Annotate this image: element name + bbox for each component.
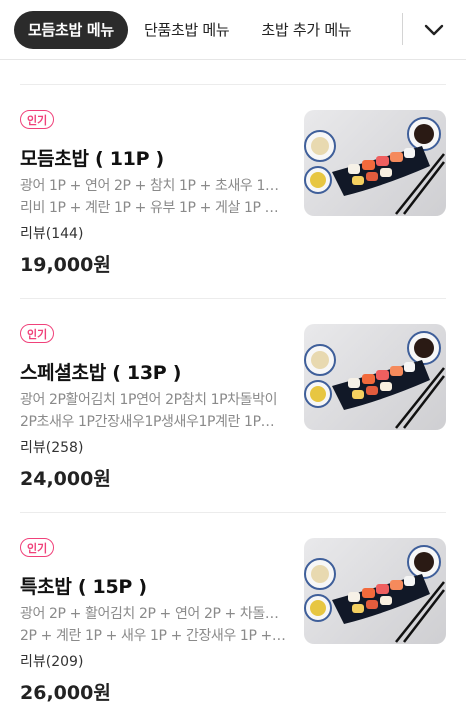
- review-count: 리뷰(258): [20, 440, 84, 456]
- chevron-down-icon: [424, 24, 444, 36]
- menu-item[interactable]: 인기 모듬초밥 ( 11P ) 광어 1P + 연어 2P + 참치 1P + …: [20, 110, 446, 298]
- divider: [20, 512, 446, 513]
- menu-item-description: 광어 2P + 활어김치 2P + 연어 2P + 차돌박이 2P + 계란 1…: [20, 606, 286, 644]
- divider: [20, 84, 446, 85]
- menu-item[interactable]: 인기 특초밥 ( 15P ) 광어 2P + 활어김치 2P + 연어 2P +…: [20, 538, 446, 726]
- menu-item-photo: [304, 538, 446, 644]
- divider: [20, 298, 446, 299]
- popular-badge: 인기: [20, 538, 55, 557]
- review-count: 리뷰(209): [20, 654, 84, 670]
- menu-item-price: 24,000원: [20, 468, 111, 490]
- menu-item-name: 모듬초밥 ( 11P ): [20, 148, 164, 170]
- review-count: 리뷰(144): [20, 226, 84, 242]
- menu-item-price: 19,000원: [20, 254, 111, 276]
- menu-item-description: 광어 2P활어김치 1P연어 2P참치 1P차돌박이 2P초새우 1P간장새우1…: [20, 392, 286, 430]
- popular-badge: 인기: [20, 324, 55, 343]
- menu-item-name: 특초밥 ( 15P ): [20, 576, 147, 598]
- tab-divider: [402, 13, 403, 45]
- menu-item-description: 광어 1P + 연어 2P + 참치 1P + 초새우 1P + 가 리비 1P…: [20, 178, 286, 216]
- expand-tabs-button[interactable]: [418, 16, 450, 44]
- menu-item-name: 스페셜초밥 ( 13P ): [20, 362, 182, 384]
- menu-item-photo: [304, 324, 446, 430]
- menu-item[interactable]: 인기 스페셜초밥 ( 13P ) 광어 2P활어김치 1P연어 2P참치 1P차…: [20, 324, 446, 512]
- tab-extra-sushi[interactable]: 초밥 추가 메뉴: [247, 11, 365, 49]
- popular-badge: 인기: [20, 110, 55, 129]
- category-tabs: 모듬초밥 메뉴 단품초밥 메뉴 초밥 추가 메뉴: [14, 11, 365, 49]
- menu-item-photo: [304, 110, 446, 216]
- category-tab-bar: 모듬초밥 메뉴 단품초밥 메뉴 초밥 추가 메뉴: [0, 0, 466, 60]
- tab-assorted-sushi[interactable]: 모듬초밥 메뉴: [14, 11, 128, 49]
- tab-single-sushi[interactable]: 단품초밥 메뉴: [130, 11, 243, 49]
- menu-item-price: 26,000원: [20, 682, 111, 704]
